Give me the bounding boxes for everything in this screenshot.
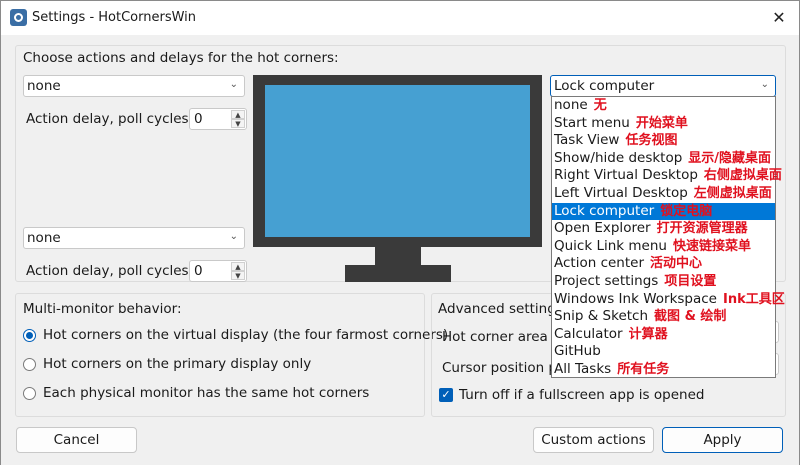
dropdown-option[interactable]: Open Explorer 打开资源管理器 xyxy=(552,220,775,238)
spin-down-icon[interactable]: ▼ xyxy=(231,271,245,280)
monitor-illustration xyxy=(253,75,542,282)
dropdown-option-annotation: 左侧虚拟桌面 xyxy=(693,186,772,201)
dropdown-option-label: Quick Link menu xyxy=(554,237,667,254)
custom-actions-button[interactable]: Custom actions xyxy=(533,427,654,453)
dropdown-option[interactable]: Right Virtual Desktop 右侧虚拟桌面 xyxy=(552,167,782,185)
dropdown-option[interactable]: Left Virtual Desktop 左侧虚拟桌面 xyxy=(552,185,775,203)
bottom-left-delay-value: 0 xyxy=(194,263,203,279)
dropdown-option[interactable]: Action center 活动中心 xyxy=(552,255,775,273)
corners-heading: Choose actions and delays for the hot co… xyxy=(23,50,339,66)
radio-virtual-display[interactable] xyxy=(23,329,36,342)
dropdown-option-annotation: 计算器 xyxy=(628,326,668,342)
dropdown-option-label: GitHub xyxy=(554,343,601,360)
fullscreen-checkbox-label: Turn off if a fullscreen app is opened xyxy=(459,387,705,403)
dropdown-option-label: Snip & Sketch xyxy=(554,308,649,325)
dropdown-option-label: none xyxy=(554,97,588,113)
fullscreen-checkbox[interactable]: ✓ xyxy=(439,388,453,402)
advanced-heading: Advanced settings xyxy=(438,301,563,317)
dropdown-option[interactable]: All Tasks 所有任务 xyxy=(552,361,775,379)
cursor-position-label: Cursor position p xyxy=(442,360,558,376)
monitor-screen xyxy=(265,85,530,237)
dropdown-option-label: Task View xyxy=(554,132,620,149)
dropdown-option-label: Lock computer xyxy=(554,202,655,219)
radio-virtual-display-label: Hot corners on the virtual display (the … xyxy=(43,327,449,343)
settings-window: Settings - HotCornersWin ✕ Choose action… xyxy=(0,0,800,465)
dropdown-option[interactable]: none 无 xyxy=(552,97,775,115)
dropdown-option-annotation: 开始菜单 xyxy=(635,115,688,131)
cancel-button[interactable]: Cancel xyxy=(16,427,137,453)
chevron-down-icon: ⌄ xyxy=(760,79,769,90)
top-left-action-value: none xyxy=(27,78,61,94)
dropdown-option-annotation: 任务视图 xyxy=(625,133,678,149)
dropdown-option-annotation: 锁定电脑 xyxy=(660,203,713,219)
top-right-action-value: Lock computer xyxy=(554,78,655,94)
hot-corner-area-label: Hot corner area s xyxy=(442,329,560,345)
radio-each-monitor[interactable] xyxy=(23,387,36,400)
dropdown-option[interactable]: Project settings 项目设置 xyxy=(552,273,775,291)
dropdown-option[interactable]: GitHub xyxy=(552,343,775,361)
dropdown-option-annotation: 所有任务 xyxy=(617,362,670,377)
apply-button[interactable]: Apply xyxy=(662,427,783,453)
dropdown-option[interactable]: Show/hide desktop 显示/隐藏桌面 xyxy=(552,150,775,168)
dropdown-option-label: Left Virtual Desktop xyxy=(554,185,688,201)
dropdown-option-annotation: 项目设置 xyxy=(664,274,717,289)
dropdown-option-label: Open Explorer xyxy=(554,220,651,237)
monitor-stand xyxy=(345,265,451,282)
dropdown-option-label: Right Virtual Desktop xyxy=(554,167,698,184)
dropdown-option[interactable]: Snip & Sketch 截图 & 绘制 xyxy=(552,308,775,326)
window-title: Settings - HotCornersWin xyxy=(32,10,197,25)
dropdown-option-label: Show/hide desktop xyxy=(554,149,683,166)
spin-up-icon[interactable]: ▲ xyxy=(231,110,245,119)
bottom-left-action-select[interactable]: none ⌄ xyxy=(23,227,245,249)
chevron-down-icon: ⌄ xyxy=(229,79,238,90)
close-button[interactable]: ✕ xyxy=(765,7,793,29)
dropdown-option[interactable]: Start menu 开始菜单 xyxy=(552,115,775,133)
top-left-delay-label: Action delay, poll cycles: xyxy=(26,111,194,127)
bottom-left-action-value: none xyxy=(27,230,61,246)
dropdown-option-annotation: 右侧虚拟桌面 xyxy=(703,168,782,184)
action-dropdown-list: none 无 Start menu 开始菜单 Task View 任务视图 Show/hid… xyxy=(551,96,785,379)
dropdown-option[interactable]: Quick Link menu 快速链接菜单 xyxy=(552,238,775,256)
radio-primary-display-label: Hot corners on the primary display only xyxy=(43,356,312,372)
dropdown-option[interactable]: Task View 任务视图 xyxy=(552,132,775,150)
dropdown-option-annotation: 活动中心 xyxy=(650,256,703,272)
dropdown-option[interactable]: Windows Ink Workspace Ink工具区 xyxy=(552,290,785,309)
dropdown-option[interactable]: Calculator 计算器 xyxy=(552,326,775,344)
multimonitor-heading: Multi-monitor behavior: xyxy=(23,301,182,317)
dropdown-option-label: Action center xyxy=(554,255,645,272)
radio-each-monitor-label: Each physical monitor has the same hot c… xyxy=(43,385,370,401)
hotcorners-app-icon xyxy=(10,9,27,26)
top-left-delay-value: 0 xyxy=(194,111,203,127)
spin-down-icon[interactable]: ▼ xyxy=(231,119,245,128)
spin-up-icon[interactable]: ▲ xyxy=(231,262,245,271)
bottom-left-delay-stepper[interactable]: 0 ▲ ▼ xyxy=(189,260,247,282)
bottom-left-delay-label: Action delay, poll cycles: xyxy=(26,263,194,279)
dropdown-option-annotation: 截图 & 绘制 xyxy=(654,309,727,325)
top-right-action-select[interactable]: Lock computer ⌄ xyxy=(550,75,776,97)
chevron-down-icon: ⌄ xyxy=(229,231,238,242)
radio-primary-display[interactable] xyxy=(23,358,36,371)
dropdown-option-annotation: 打开资源管理器 xyxy=(656,221,748,237)
dropdown-option[interactable]: Lock computer 锁定电脑 xyxy=(552,202,775,221)
dropdown-option-annotation: 快速链接菜单 xyxy=(672,238,751,254)
dropdown-option-label: All Tasks xyxy=(554,361,612,377)
dropdown-option-annotation: Ink工具区 xyxy=(723,291,785,307)
dropdown-option-annotation: 显示/隐藏桌面 xyxy=(688,150,772,166)
dropdown-option-annotation: 无 xyxy=(593,98,607,113)
monitor-neck xyxy=(375,247,421,267)
dropdown-option-label: Calculator xyxy=(554,325,623,342)
dropdown-option-label: Windows Ink Workspace xyxy=(554,290,717,307)
dropdown-option-label: Start menu xyxy=(554,114,630,131)
top-left-action-select[interactable]: none ⌄ xyxy=(23,75,245,97)
top-left-delay-stepper[interactable]: 0 ▲ ▼ xyxy=(189,108,247,130)
dropdown-option-label: Project settings xyxy=(554,273,659,289)
title-bar: Settings - HotCornersWin ✕ xyxy=(1,1,799,35)
